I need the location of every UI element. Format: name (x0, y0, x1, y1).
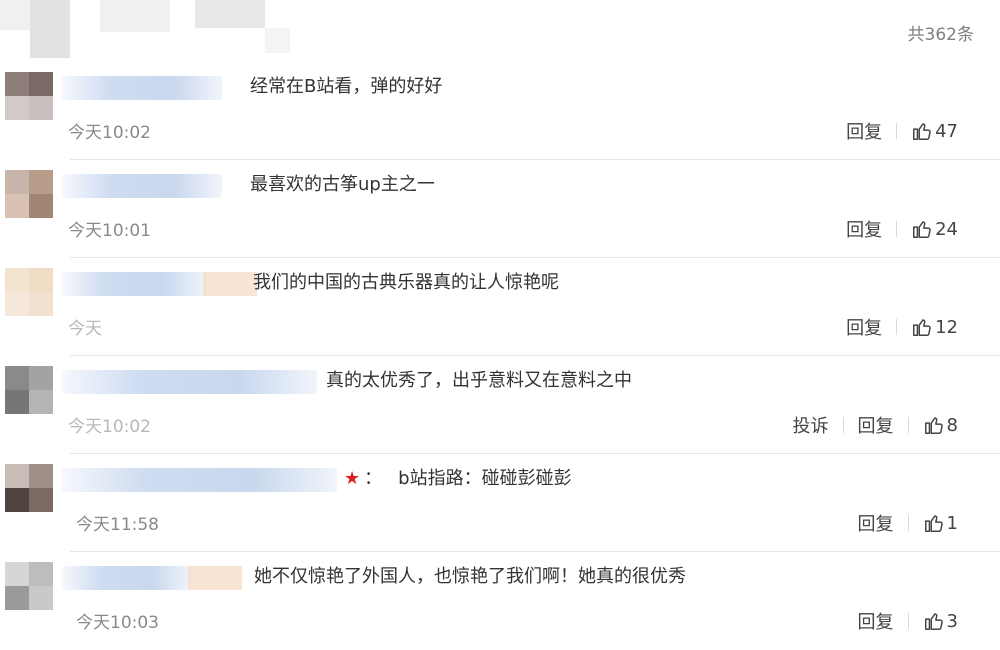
comment-time: 今天10:02 (68, 417, 151, 437)
comment-time: 今天10:02 (68, 123, 151, 143)
avatar[interactable] (5, 268, 53, 316)
comment-text: 真的太优秀了，出乎意料又在意料之中 (326, 370, 632, 391)
like-count: 12 (935, 316, 958, 338)
avatar[interactable] (5, 72, 53, 120)
comment-text: 她不仅惊艳了外国人，也惊艳了我们啊！她真的很优秀 (254, 566, 686, 587)
comment-item: 经常在B站看，弹的好好 今天10:02 回复 47 (0, 62, 1000, 160)
like-button[interactable]: 1 (923, 512, 958, 534)
thumbs-up-icon (913, 319, 931, 336)
report-button[interactable]: 投诉 (793, 412, 829, 438)
thumbs-up-icon (924, 515, 943, 532)
like-count: 3 (946, 610, 958, 632)
divider (907, 613, 909, 629)
avatar[interactable] (5, 366, 53, 414)
avatar[interactable] (5, 170, 53, 218)
comment-total-count: 共362条 (907, 25, 974, 45)
comment-item: 最喜欢的古筝up主之一 今天10:01 回复 24 (0, 160, 1000, 258)
comment-text-prefix: ： (364, 468, 383, 489)
top-blurred-region (0, 0, 300, 60)
comment-time: 今天 (68, 319, 102, 339)
comment-item: 真的太优秀了，出乎意料又在意料之中 今天10:02 投诉 回复 8 (0, 356, 1000, 454)
comment-text: ★： b站指路：碰碰彭碰彭 (344, 464, 572, 490)
username[interactable] (62, 174, 222, 198)
like-count: 24 (935, 218, 958, 240)
like-button[interactable]: 8 (923, 414, 958, 436)
comment-time: 今天10:01 (68, 221, 151, 241)
divider (896, 123, 898, 139)
comment-time: 今天11:58 (76, 515, 159, 535)
avatar[interactable] (5, 464, 53, 512)
reply-button[interactable]: 回复 (846, 118, 882, 144)
like-count: 1 (946, 512, 958, 534)
reply-button[interactable]: 回复 (846, 216, 882, 242)
username[interactable] (62, 468, 337, 492)
divider (896, 221, 898, 237)
thumbs-up-icon (913, 221, 931, 238)
divider (907, 417, 909, 433)
like-button[interactable]: 47 (911, 120, 958, 142)
comment-text: 经常在B站看，弹的好好 (250, 76, 443, 97)
reply-button[interactable]: 回复 (858, 412, 894, 438)
username[interactable] (62, 566, 242, 590)
like-button[interactable]: 12 (911, 316, 958, 338)
like-button[interactable]: 24 (911, 218, 958, 240)
username[interactable] (62, 76, 222, 100)
comment-item: 她不仅惊艳了外国人，也惊艳了我们啊！她真的很优秀 今天10:03 回复 3 (0, 552, 1000, 650)
like-count: 8 (946, 414, 958, 436)
divider (842, 417, 844, 433)
username[interactable] (62, 370, 317, 394)
thumbs-up-icon (924, 613, 943, 630)
username[interactable] (62, 272, 257, 296)
thumbs-up-icon (913, 123, 931, 140)
comment-time: 今天10:03 (76, 613, 159, 633)
like-count: 47 (935, 120, 958, 142)
avatar[interactable] (5, 562, 53, 610)
comment-text: 最喜欢的古筝up主之一 (250, 174, 435, 195)
comment-text-body: b站指路：碰碰彭碰彭 (398, 468, 572, 489)
star-icon: ★ (344, 468, 361, 489)
reply-button[interactable]: 回复 (846, 314, 882, 340)
like-button[interactable]: 3 (923, 610, 958, 632)
comment-text: 我们的中国的古典乐器真的让人惊艳呢 (253, 272, 559, 293)
reply-button[interactable]: 回复 (858, 608, 894, 634)
reply-button[interactable]: 回复 (858, 510, 894, 536)
divider (896, 319, 898, 335)
thumbs-up-icon (924, 417, 943, 434)
comment-item: ★： b站指路：碰碰彭碰彭 今天11:58 回复 1 (0, 454, 1000, 552)
comment-item: 我们的中国的古典乐器真的让人惊艳呢 今天 回复 12 (0, 258, 1000, 356)
divider (907, 515, 909, 531)
